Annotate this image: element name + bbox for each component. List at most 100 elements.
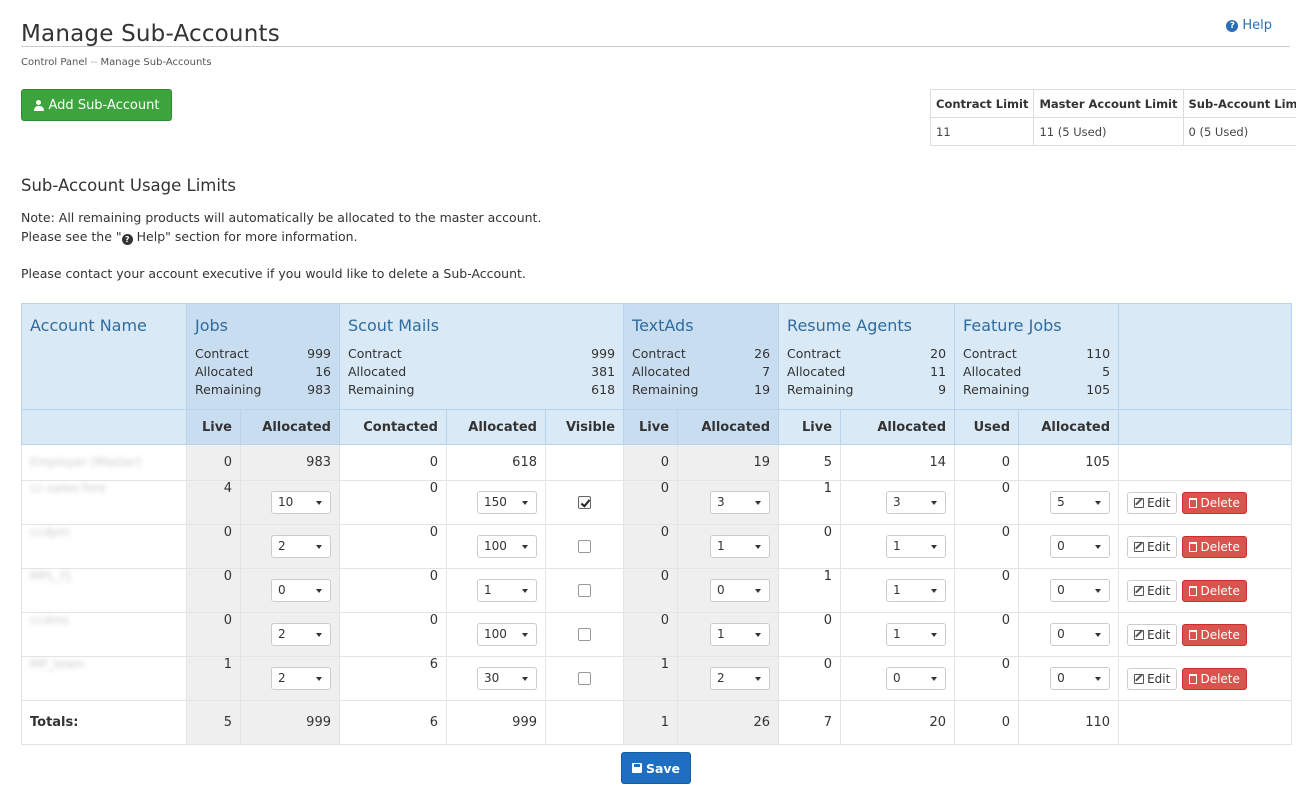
edit-button[interactable]: Edit xyxy=(1127,579,1178,602)
resume-allocated-select[interactable]: 1 xyxy=(886,535,947,558)
breadcrumb-control-panel[interactable]: Control Panel xyxy=(21,57,87,68)
breadcrumb: Control Panel -- Manage Sub-Accounts xyxy=(21,57,211,68)
resume-allocated-cell: 1 xyxy=(840,568,956,613)
textads-allocated-select[interactable]: 0 xyxy=(710,579,771,602)
help-label: Help xyxy=(1242,18,1272,33)
delete-label: Delete xyxy=(1200,671,1240,686)
textads-live-header: Live xyxy=(623,409,679,445)
user-icon xyxy=(33,99,44,111)
resume-live-header: Live xyxy=(778,409,842,445)
delete-button[interactable]: Delete xyxy=(1182,491,1247,514)
edit-button[interactable]: Edit xyxy=(1127,535,1178,558)
section-title: Sub-Account Usage Limits xyxy=(21,176,237,195)
textads-allocated-select[interactable]: 3 xyxy=(710,491,771,514)
delete-button[interactable]: Delete xyxy=(1182,667,1247,690)
textads-allocated-select[interactable]: 1 xyxy=(710,623,771,646)
visible-checkbox[interactable] xyxy=(578,496,592,509)
delete-button[interactable]: Delete xyxy=(1182,535,1247,558)
scout-allocated-select[interactable]: 30 xyxy=(477,667,537,690)
total-resume-live: 7 xyxy=(778,700,842,745)
jobs-allocated-cell: 2 xyxy=(240,612,340,657)
feature-allocated-cell: 5 xyxy=(1018,480,1120,525)
textads-allocated-cell: 0 xyxy=(677,568,780,613)
resume-allocated-select[interactable]: 1 xyxy=(886,579,947,602)
scout-allocated-select[interactable]: 1 xyxy=(477,579,537,602)
edit-label: Edit xyxy=(1147,627,1171,642)
delete-button[interactable]: Delete xyxy=(1182,623,1247,646)
resume-allocated-cell: 1 xyxy=(840,612,956,657)
jobs-live: 0 xyxy=(186,524,241,569)
breadcrumb-current: Manage Sub-Accounts xyxy=(100,57,212,68)
feature-allocated-select[interactable]: 0 xyxy=(1050,535,1111,558)
feature-allocated-select[interactable]: 0 xyxy=(1050,623,1111,646)
jobs-allocated-select[interactable]: 0 xyxy=(271,579,331,602)
resume-live: 0 xyxy=(778,612,842,657)
scout-visible-cell xyxy=(544,480,625,525)
edit-icon xyxy=(1134,629,1145,640)
edit-button[interactable]: Edit xyxy=(1127,623,1178,646)
scout-visible-cell xyxy=(544,612,625,657)
textads-live: 0 xyxy=(623,480,679,525)
scout-allocated-cell: 30 xyxy=(446,656,546,701)
scout-visible-cell xyxy=(544,568,625,613)
resume-allocated: 14 xyxy=(840,444,956,481)
jobs-live: 0 xyxy=(186,612,241,657)
visible-checkbox[interactable] xyxy=(578,628,592,641)
scout-allocated-select[interactable]: 150 xyxy=(477,491,537,514)
resume-allocated-select[interactable]: 0 xyxy=(886,667,947,690)
visible-checkbox[interactable] xyxy=(578,672,592,685)
scout-visible-cell xyxy=(544,656,625,701)
jobs-allocated-select[interactable]: 10 xyxy=(271,491,331,514)
help-note-prefix: Please see the " xyxy=(21,229,122,244)
total-scout-visible xyxy=(544,700,625,745)
breadcrumb-separator: -- xyxy=(90,57,98,68)
scout-contacted: 0 xyxy=(339,612,447,657)
jobs-allocated-select[interactable]: 2 xyxy=(271,535,331,558)
visible-checkbox[interactable] xyxy=(578,584,592,597)
help-note-text: Please see the "? Help" section for more… xyxy=(21,229,358,245)
note-text: Note: All remaining products will automa… xyxy=(21,210,542,225)
scout-allocated-select[interactable]: 100 xyxy=(477,535,537,558)
jobs-allocated-select[interactable]: 2 xyxy=(271,667,331,690)
question-circle-icon: ? xyxy=(121,234,133,245)
jobs-allocated: 983 xyxy=(240,444,340,481)
feature-allocated-select[interactable]: 5 xyxy=(1050,491,1111,514)
help-link[interactable]: ? Help xyxy=(1226,18,1272,33)
edit-icon xyxy=(1134,541,1145,552)
question-circle-icon: ? xyxy=(1226,19,1239,32)
feature-allocated-cell: 0 xyxy=(1018,524,1120,569)
delete-label: Delete xyxy=(1200,495,1240,510)
save-button[interactable]: Save xyxy=(621,752,691,784)
row-actions: Edit Delete xyxy=(1118,524,1293,569)
textads-live: 1 xyxy=(623,656,679,701)
feature-allocated-select[interactable]: 0 xyxy=(1050,579,1111,602)
scout-allocated-cell: 150 xyxy=(446,480,546,525)
scout-allocated-select[interactable]: 100 xyxy=(477,623,537,646)
row-actions: Edit Delete xyxy=(1118,480,1293,525)
feature-allocated-cell: 0 xyxy=(1018,568,1120,613)
resume-allocated-cell: 0 xyxy=(840,656,956,701)
feature-allocated: 105 xyxy=(1018,444,1120,481)
scout-mails-group-header: Scout Mails Contract 999 Allocated 381 Rem… xyxy=(338,303,625,410)
resume-allocated-select[interactable]: 3 xyxy=(886,491,947,514)
textads-live: 0 xyxy=(623,524,679,569)
edit-button[interactable]: Edit xyxy=(1127,491,1178,514)
visible-checkbox[interactable] xyxy=(578,540,592,553)
edit-button[interactable]: Edit xyxy=(1127,667,1178,690)
resume-allocated-select[interactable]: 1 xyxy=(886,623,947,646)
textads-live: 0 xyxy=(623,612,679,657)
account-name: MP_team xyxy=(21,656,187,701)
sub-account-row: MP_team 1 2 6 30 1 2 0 0 0 0 Edit Delete xyxy=(21,656,1293,701)
title-divider xyxy=(21,46,1290,47)
scout-contacted: 6 xyxy=(339,656,447,701)
feature-allocated-select[interactable]: 0 xyxy=(1050,667,1111,690)
textads-allocated-select[interactable]: 2 xyxy=(710,667,771,690)
delete-button[interactable]: Delete xyxy=(1182,579,1247,602)
delete-label: Delete xyxy=(1200,627,1240,642)
jobs-allocated-select[interactable]: 2 xyxy=(271,623,331,646)
scout-allocated-cell: 1 xyxy=(446,568,546,613)
textads-allocated-select[interactable]: 1 xyxy=(710,535,771,558)
edit-icon xyxy=(1134,585,1145,596)
resume-live: 1 xyxy=(778,568,842,613)
add-sub-account-button[interactable]: Add Sub-Account xyxy=(21,89,172,121)
